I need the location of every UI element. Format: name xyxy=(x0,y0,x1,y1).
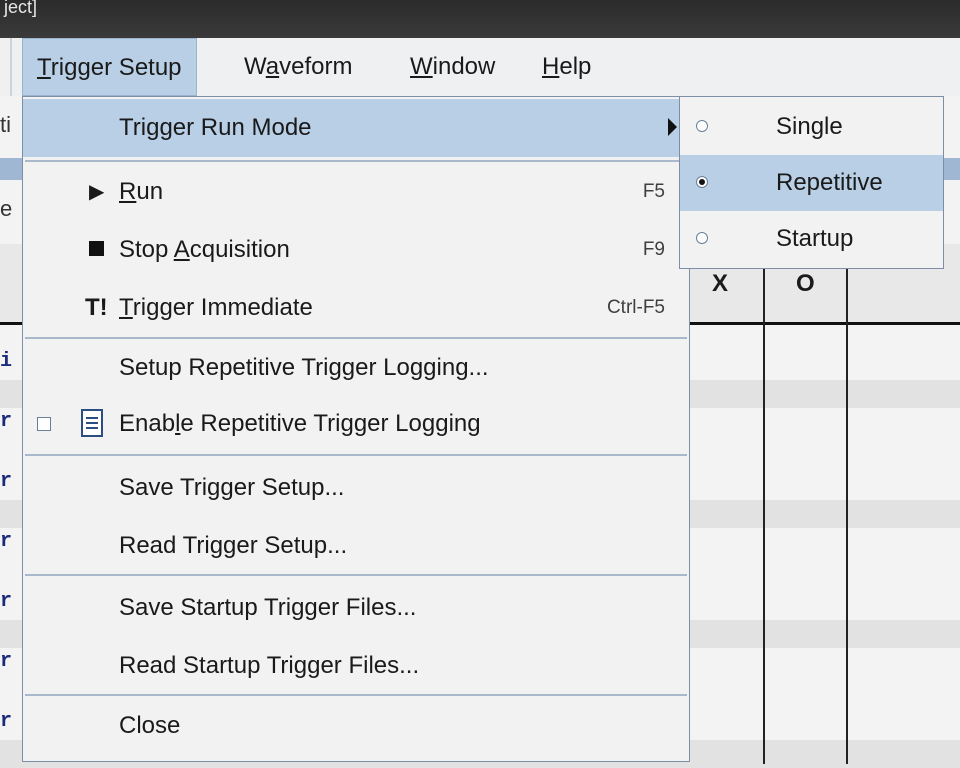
trigger-setup-menu: Trigger Run Mode ▶ Run F5 Stop Acquisiti… xyxy=(22,96,690,762)
document-icon xyxy=(81,409,103,444)
submenu-item-repetitive[interactable]: Repetitive xyxy=(680,155,943,211)
window-titlebar: ject] xyxy=(0,0,960,38)
menu-item-label: Trigger Immediate xyxy=(119,279,313,337)
menu-help[interactable]: Help xyxy=(528,38,605,96)
submenu-item-label: Repetitive xyxy=(776,169,883,196)
menu-label-pre: Enab xyxy=(119,410,176,437)
submenu-item-startup[interactable]: Startup xyxy=(680,211,943,267)
menu-item-read-startup-files[interactable]: Read Startup Trigger Files... xyxy=(23,637,689,695)
submenu-item-label: Single xyxy=(776,113,843,140)
row-prefix: r xyxy=(0,710,13,733)
menu-item-label: Setup Repetitive Trigger Logging... xyxy=(119,354,489,381)
radio-icon xyxy=(696,232,708,244)
menu-label-pre: W xyxy=(244,53,266,80)
menu-label-rest: indow xyxy=(432,53,496,80)
menu-item-save-startup-files[interactable]: Save Startup Trigger Files... xyxy=(23,579,689,637)
menu-separator xyxy=(25,454,687,456)
menu-item-label: Stop Acquisition xyxy=(119,221,290,279)
menu-item-label: Run xyxy=(119,163,163,221)
menu-separator xyxy=(25,574,687,576)
row-prefix: r xyxy=(0,530,13,553)
menu-mnemonic: T xyxy=(37,54,51,81)
menu-item-label: Save Trigger Setup... xyxy=(119,474,345,501)
shortcut-label: F5 xyxy=(642,181,665,202)
trigger-immediate-icon: T! xyxy=(85,294,108,321)
column-header-o[interactable]: O xyxy=(796,270,815,298)
menu-item-run[interactable]: ▶ Run F5 xyxy=(23,163,689,221)
menu-label-rest: elp xyxy=(559,53,592,80)
menu-item-enable-repetitive-logging[interactable]: Enable Repetitive Trigger Logging xyxy=(23,395,689,453)
menu-label-rest: rigger Immediate xyxy=(132,294,313,321)
menu-label-rest: rigger Setup xyxy=(50,54,182,81)
menu-label-rest: veform xyxy=(279,53,353,80)
menu-bar: Trigger Setup Waveform Window Help xyxy=(10,38,960,96)
menu-waveform[interactable]: Waveform xyxy=(230,38,366,96)
menu-item-close[interactable]: Close xyxy=(23,697,689,755)
menu-item-trigger-run-mode[interactable]: Trigger Run Mode xyxy=(23,99,689,157)
menu-mnemonic: A xyxy=(173,236,190,263)
submenu-item-label: Startup xyxy=(776,225,854,252)
shortcut-label: F9 xyxy=(642,239,665,260)
menu-item-trigger-immediate[interactable]: T! Trigger Immediate Ctrl-F5 xyxy=(23,279,689,337)
menu-label-rest: e Repetitive Trigger Logging xyxy=(180,410,481,437)
submenu-arrow-icon xyxy=(668,118,677,136)
menu-label-pre: Stop xyxy=(119,236,174,263)
menu-label-rest: un xyxy=(136,178,164,205)
window-title: ject] xyxy=(4,0,38,17)
menu-mnemonic: W xyxy=(410,53,433,80)
menu-mnemonic: a xyxy=(265,53,280,80)
checkbox-icon[interactable] xyxy=(37,417,51,431)
menu-mnemonic: T xyxy=(119,294,133,321)
menu-separator xyxy=(25,160,687,162)
menu-item-save-trigger-setup[interactable]: Save Trigger Setup... xyxy=(23,459,689,517)
submenu-item-single[interactable]: Single xyxy=(680,99,943,155)
menu-item-label: Read Trigger Setup... xyxy=(119,532,348,559)
radio-selected-icon xyxy=(696,176,708,188)
menu-item-label: Save Startup Trigger Files... xyxy=(119,594,417,621)
menu-mnemonic: R xyxy=(119,178,137,205)
menu-trigger-setup[interactable]: Trigger Setup xyxy=(22,38,197,96)
menu-label-rest: cquisition xyxy=(189,236,290,263)
menu-window[interactable]: Window xyxy=(396,38,509,96)
row-prefix: r xyxy=(0,590,13,613)
edge-text: e xyxy=(0,196,13,221)
menu-item-label: Trigger Run Mode xyxy=(119,114,312,141)
row-prefix: r xyxy=(0,410,13,433)
menu-item-label: Read Startup Trigger Files... xyxy=(119,652,420,679)
stop-icon xyxy=(89,241,104,256)
column-divider xyxy=(846,244,848,764)
shortcut-label: Ctrl-F5 xyxy=(606,297,665,318)
menu-item-read-trigger-setup[interactable]: Read Trigger Setup... xyxy=(23,517,689,575)
row-prefix: i xyxy=(0,350,13,373)
play-icon: ▶ xyxy=(89,181,105,203)
menu-item-label: Close xyxy=(119,712,181,739)
trigger-run-mode-submenu: Single Repetitive Startup xyxy=(679,96,944,269)
row-prefix: r xyxy=(0,470,13,493)
column-divider xyxy=(763,244,765,764)
menu-mnemonic: H xyxy=(542,53,560,80)
radio-icon xyxy=(696,120,708,132)
menu-item-stop-acquisition[interactable]: Stop Acquisition F9 xyxy=(23,221,689,279)
column-header-x[interactable]: X xyxy=(712,270,728,298)
menu-separator xyxy=(25,694,687,696)
edge-text: ti xyxy=(0,112,11,137)
row-prefix: r xyxy=(0,650,13,673)
menu-item-setup-repetitive-logging[interactable]: Setup Repetitive Trigger Logging... xyxy=(23,339,689,397)
menu-item-label: Enable Repetitive Trigger Logging xyxy=(119,395,481,453)
